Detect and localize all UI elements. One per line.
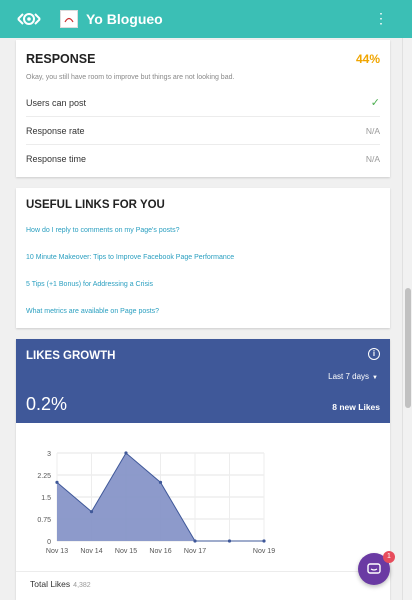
- chart-x-tick-label: Nov 19: [253, 548, 275, 555]
- response-row-label: Response time: [26, 154, 87, 164]
- likes-growth-chart: 3 2.25 1.5 0.75 0 Nov 13 Nov 14 Nov 15 Nov 16 Nov…: [37, 451, 275, 555]
- chart-y-tick-label: 0: [47, 539, 51, 546]
- chart-data-point: [55, 480, 59, 484]
- chart-y-tick-label: 2.25: [37, 473, 51, 480]
- new-likes-count: 8 new Likes: [332, 402, 380, 412]
- chart-x-tick-label: Nov 14: [80, 548, 102, 555]
- app-logo-icon[interactable]: [14, 9, 44, 29]
- top-app-bar: Yo Blogueo ⋮: [0, 0, 412, 38]
- chart-y-tick-label: 1.5: [41, 495, 51, 502]
- response-row-value: N/A: [365, 154, 380, 164]
- chart-y-tick-label: 3: [47, 451, 51, 458]
- chart-data-point: [158, 480, 163, 484]
- divider: [16, 571, 390, 572]
- useful-link[interactable]: 5 Tips (+1 Bonus) for Addressing a Crisi…: [16, 271, 390, 298]
- total-likes-row: Total Likes 4,382: [30, 579, 91, 589]
- page-avatar[interactable]: [60, 10, 78, 28]
- scrollbar-thumb[interactable]: [405, 288, 411, 408]
- chart-data-point: [193, 539, 197, 543]
- chat-notification-badge: 1: [383, 551, 395, 563]
- useful-links-title: USEFUL LINKS FOR YOU: [26, 199, 165, 211]
- chart-x-tick-label: Nov 13: [46, 548, 68, 555]
- caret-down-icon: ▼: [372, 375, 378, 381]
- response-description: Okay, you still have room to improve but…: [26, 74, 235, 81]
- chart-x-tick-label: Nov 17: [184, 548, 206, 555]
- response-card: RESPONSE 44% Okay, you still have room t…: [16, 40, 390, 177]
- chart-data-point: [89, 510, 94, 514]
- response-row-value: N/A: [365, 125, 380, 136]
- response-row-users-can-post: Users can post ✓: [26, 89, 380, 117]
- useful-link[interactable]: 10 Minute Makeover: Tips to Improve Face…: [16, 244, 390, 271]
- useful-link[interactable]: How do I reply to comments on my Page's …: [16, 217, 390, 244]
- chart-x-tick-label: Nov 15: [115, 548, 137, 555]
- response-row-response-rate: Response rate N/A: [26, 117, 380, 145]
- date-range-label: Last 7 days: [328, 372, 370, 381]
- likes-growth-title: LIKES GROWTH: [26, 350, 116, 362]
- useful-links-card: USEFUL LINKS FOR YOU How do I reply to c…: [16, 188, 390, 328]
- chart-data-point: [262, 539, 266, 543]
- useful-link[interactable]: What metrics are available on Page posts…: [16, 298, 390, 325]
- response-title: RESPONSE: [26, 52, 96, 66]
- chat-icon: [367, 563, 381, 574]
- date-range-dropdown[interactable]: Last 7 days ▼: [328, 372, 378, 381]
- chart-y-tick-label: 0.75: [37, 517, 51, 524]
- response-row-label: Users can post: [26, 97, 87, 108]
- chart-x-tick-label: Nov 16: [149, 548, 171, 555]
- likes-growth-percent: 0.2%: [26, 394, 68, 414]
- app-title: Yo Blogueo: [86, 11, 163, 27]
- response-row-response-time: Response time N/A: [26, 145, 380, 173]
- response-row-label: Response rate: [26, 125, 85, 136]
- chart-data-point: [227, 539, 232, 543]
- check-icon: ✓: [370, 97, 380, 109]
- page-scrollbar[interactable]: [402, 38, 412, 600]
- response-percent: 44%: [355, 52, 380, 66]
- likes-growth-header: LIKES GROWTH i Last 7 days ▼ 0.2% 8 new L…: [16, 339, 390, 423]
- overflow-menu-icon[interactable]: ⋮: [374, 11, 388, 25]
- total-likes-label: Total Likes: [30, 579, 71, 589]
- likes-growth-card: LIKES GROWTH i Last 7 days ▼ 0.2% 8 new L…: [16, 339, 390, 600]
- info-icon[interactable]: i: [368, 348, 380, 360]
- chart-data-point: [124, 451, 128, 455]
- total-likes-value: 4,382: [73, 582, 91, 589]
